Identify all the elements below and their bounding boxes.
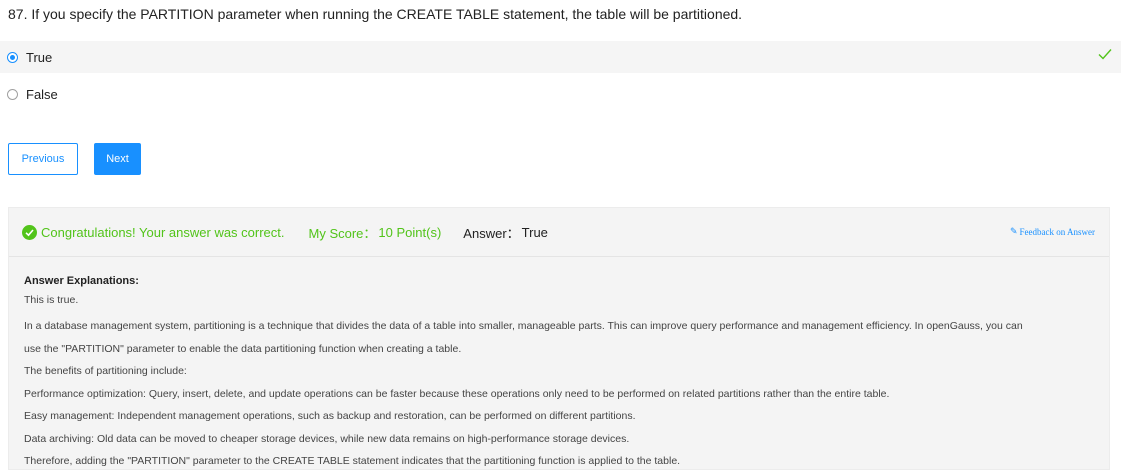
explanation-line: In a database management system, partiti… [24,320,1023,332]
answer-label: Answer： [463,225,520,241]
next-button[interactable]: Next [94,143,141,175]
option-false[interactable]: False [0,78,1121,110]
explanation-section: Answer Explanations: This is true. In a … [9,257,1109,473]
result-panel: Congratulations! Your answer was correct… [8,207,1110,470]
feedback-label: Feedback on Answer [1019,226,1095,237]
explanation-line: Data archiving: Old data can be moved to… [24,432,630,445]
previous-button[interactable]: Previous [8,143,78,175]
explanation-line: Therefore, adding the "PARTITION" parame… [24,455,681,467]
question-text: 87. If you specify the PARTITION paramet… [8,6,743,22]
score-label: My Score： [308,225,377,241]
success-check-icon [22,224,37,240]
feedback-link[interactable]: ✎ Feedback on Answer [1010,226,1095,237]
result-header: Congratulations! Your answer was correct… [9,208,1109,257]
explanation-title: Answer Explanations: [24,275,139,287]
explanation-line: use the "PARTITION" parameter to enable … [24,342,462,355]
explanation-line: Performance optimization: Query, insert,… [24,387,890,400]
radio-button-true[interactable] [7,51,18,63]
radio-button-false[interactable] [7,88,18,100]
option-true[interactable]: True [0,41,1121,73]
explanation-line: This is true. [24,294,79,306]
score-value: 10 Point(s) [378,224,442,240]
answer-value: True [521,224,548,240]
correct-check-icon [1098,47,1112,65]
explanation-line: The benefits of partitioning include: [24,365,187,377]
edit-icon: ✎ [1009,226,1018,236]
result-message: Congratulations! Your answer was correct… [41,224,285,240]
option-label: False [26,86,58,102]
explanation-line: Easy management: Independent management … [24,410,636,422]
option-label: True [26,49,53,65]
